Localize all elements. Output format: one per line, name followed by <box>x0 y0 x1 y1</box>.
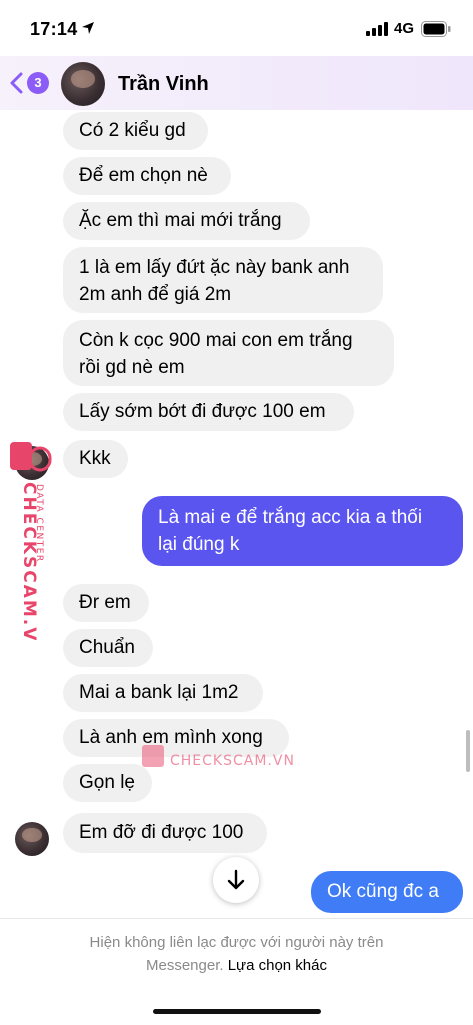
watermark-text: DATA CENTER <box>34 484 44 563</box>
message-bubble[interactable]: 1 là em lấy đứt ặc này bank anh 2m anh đ… <box>63 247 383 313</box>
contact-avatar[interactable] <box>61 62 105 106</box>
watermark-vertical: CHECKSCAM.VN DATA CENTER <box>4 440 54 659</box>
status-bar: 17:14 4G <box>0 0 473 56</box>
scroll-down-button[interactable] <box>213 857 259 903</box>
scrollbar[interactable] <box>466 730 470 772</box>
notice-prefix: Messenger. <box>146 957 224 974</box>
message-bubble[interactable]: Để em chọn nè <box>63 157 231 195</box>
message-bubble-outgoing[interactable]: Ok cũng đc a <box>311 871 463 913</box>
other-options-link[interactable]: Lựa chọn khác <box>228 957 327 974</box>
notice-line: Hiện không liên lạc được với người này t… <box>89 934 384 951</box>
status-time: 17:14 <box>30 19 78 39</box>
message-bubble[interactable]: Lấy sớm bớt đi được 100 em <box>63 393 354 431</box>
back-chevron-icon[interactable] <box>9 72 23 94</box>
message-bubble[interactable]: Em đỡ đi được 100 <box>63 813 267 853</box>
message-bubble[interactable]: Ặc em thì mai mới trắng <box>63 202 310 240</box>
blocked-notice-footer: Hiện không liên lạc được với người này t… <box>0 918 473 1025</box>
signal-icon <box>366 22 388 36</box>
message-line: Còn k cọc 900 mai con em trắng <box>79 330 353 351</box>
network-type: 4G <box>394 20 415 37</box>
message-line: 2m anh để giá 2m <box>79 284 232 305</box>
watermark-center: CHECKSCAM.VN <box>142 735 302 776</box>
contact-name[interactable]: Trần Vinh <box>118 73 209 96</box>
message-bubble[interactable]: Có 2 kiểu gd <box>63 112 208 150</box>
message-bubble-outgoing[interactable]: Là mai e để trắng acc kia a thối lại đún… <box>142 496 463 566</box>
message-bubble[interactable]: Đr em <box>63 584 149 622</box>
message-list[interactable]: Có 2 kiểu gd Để em chọn nè Ặc em thì mai… <box>0 110 473 918</box>
home-indicator[interactable] <box>153 1009 321 1014</box>
message-bubble[interactable]: Kkk <box>63 440 128 478</box>
message-line: Là mai e để trắng acc kia a thối <box>158 507 423 528</box>
message-line: 1 là em lấy đứt ặc này bank anh <box>79 257 350 278</box>
message-bubble[interactable]: Mai a bank lại 1m2 <box>63 674 263 712</box>
message-bubble[interactable]: Chuẩn <box>63 629 153 667</box>
battery-icon <box>421 21 451 37</box>
unread-badge[interactable]: 3 <box>27 72 49 94</box>
message-line: lại đúng k <box>158 534 240 555</box>
message-bubble[interactable]: Còn k cọc 900 mai con em trắng rồi gd nè… <box>63 320 394 386</box>
message-bubble[interactable]: Gọn lẹ <box>63 764 152 802</box>
chat-header: 3 Trần Vinh <box>0 56 473 110</box>
location-arrow-icon <box>80 20 96 36</box>
sender-avatar[interactable] <box>15 822 49 856</box>
notice-line: Messenger. Lựa chọn khác <box>0 954 473 977</box>
watermark-text: CHECKSCAM.VN <box>170 753 295 769</box>
notice-text: Hiện không liên lạc được với người này t… <box>0 931 473 977</box>
message-line: rồi gd nè em <box>79 357 185 378</box>
